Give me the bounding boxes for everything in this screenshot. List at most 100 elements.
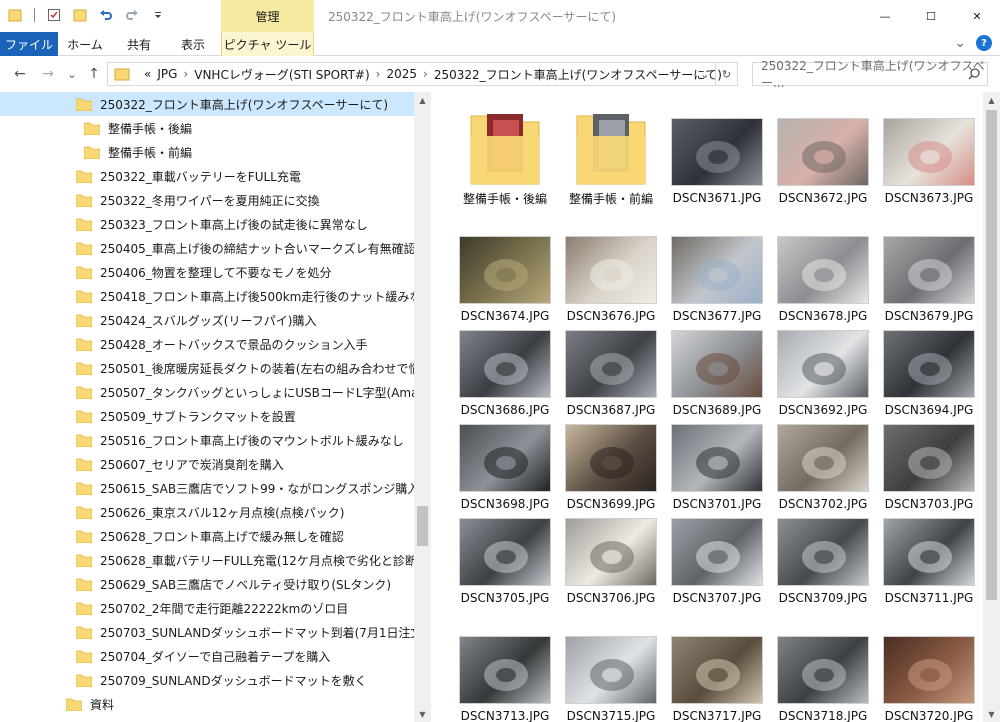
tree-item[interactable]: 250424_スバルグッズ(リーフパイ)購入	[76, 308, 414, 332]
image-tile[interactable]: DSCN3709.JPG	[773, 518, 873, 628]
scroll-down-arrow[interactable]: ▼	[414, 706, 431, 722]
expand-ribbon-icon[interactable]: ⌄	[954, 35, 966, 51]
content-scrollbar[interactable]: ▲ ▼	[983, 92, 1000, 722]
photo-thumbnail	[565, 518, 657, 586]
tree-item[interactable]: 250322_車載バッテリーをFULL充電	[76, 164, 414, 188]
scroll-up-arrow[interactable]: ▲	[414, 92, 431, 108]
tab-file[interactable]: ファイル	[0, 32, 58, 56]
undo-icon[interactable]	[97, 6, 115, 24]
tree-item-label: 250501_後席暖房延長ダクトの装着(左右の組み合わせで悩む)	[100, 361, 430, 376]
customize-qat-icon[interactable]	[149, 6, 167, 24]
tree-item[interactable]: 250628_フロント車高上げで緩み無しを確認	[76, 524, 414, 548]
tab-view[interactable]: 表示	[166, 32, 220, 56]
image-tile[interactable]: DSCN3706.JPG	[561, 518, 661, 628]
tree-item[interactable]: 250509_サブトランクマットを設置	[76, 404, 414, 428]
tree-item[interactable]: 整備手帳・前編	[84, 140, 414, 164]
tree-item[interactable]: 250428_オートバックスで景品のクッション入手	[76, 332, 414, 356]
image-tile[interactable]: DSCN3715.JPG	[561, 636, 661, 722]
file-name-label: 整備手帳・前編	[568, 192, 653, 206]
tree-item[interactable]: 整備手帳・後編	[84, 116, 414, 140]
breadcrumb-item[interactable]: JPG	[157, 67, 177, 81]
photo-thumbnail	[883, 518, 975, 586]
image-tile[interactable]: DSCN3717.JPG	[667, 636, 767, 722]
image-tile[interactable]: DSCN3673.JPG	[879, 118, 979, 228]
folder-icon[interactable]	[6, 6, 24, 24]
tree-item[interactable]: 250322_冬用ワイパーを夏用純正に交換	[76, 188, 414, 212]
tree-item[interactable]: 250704_ダイソーで自己融着テープを購入	[76, 644, 414, 668]
up-button[interactable]: ↑	[84, 64, 104, 84]
file-name-label: DSCN3694.JPG	[884, 403, 974, 417]
folder-tile[interactable]: 整備手帳・前編	[561, 114, 661, 228]
image-tile[interactable]: DSCN3707.JPG	[667, 518, 767, 628]
tree-item-label: 250615_SAB三鷹店でソフト99・ながロングスポンジ購入	[100, 481, 420, 496]
content-scroll-thumb[interactable]	[986, 110, 997, 600]
breadcrumb-item[interactable]: 250322_フロント車高上げ(ワンオフスペーサーにて)	[434, 66, 722, 83]
tree-item[interactable]: 250516_フロント車高上げ後のマウントボルト緩みなし	[76, 428, 414, 452]
back-button[interactable]: ←	[10, 64, 30, 84]
breadcrumb-separator[interactable]: ›	[183, 67, 188, 81]
file-name-label: DSCN3718.JPG	[778, 709, 868, 722]
folder-tile[interactable]: 整備手帳・後編	[455, 114, 555, 228]
maximize-button[interactable]: ☐	[908, 0, 954, 32]
forward-button[interactable]: →	[38, 64, 58, 84]
tree-item[interactable]: 250323_フロント車高上げ後の試走後に異常なし	[76, 212, 414, 236]
redo-icon[interactable]	[123, 6, 141, 24]
close-button[interactable]: ✕	[954, 0, 1000, 32]
image-tile[interactable]: DSCN3713.JPG	[455, 636, 555, 722]
address-dropdown-button[interactable]: ⌄	[697, 65, 713, 83]
folder-icon	[76, 386, 92, 399]
scroll-up-arrow[interactable]: ▲	[983, 92, 1000, 108]
folder-icon	[76, 674, 92, 687]
tree-item[interactable]: 250703_SUNLANDダッシュボードマット到着(7月1日注文)	[76, 620, 427, 644]
photo-thumbnail	[565, 330, 657, 398]
address-bar[interactable]: « JPG › VNHCレヴォーグ(STI SPORT#) › 2025 › 2…	[107, 62, 738, 86]
photo-thumbnail	[777, 236, 869, 304]
nav-scroll-thumb[interactable]	[417, 506, 428, 546]
tree-item[interactable]: 250709_SUNLANDダッシュボードマットを敷く	[76, 668, 414, 692]
tree-item[interactable]: 250626_東京スバル12ヶ月点検(点検パック)	[76, 500, 414, 524]
refresh-button[interactable]: ↻	[715, 63, 737, 85]
image-tile[interactable]: DSCN3672.JPG	[773, 118, 873, 228]
tree-item[interactable]: 250406_物置を整理して不要なモノを処分	[76, 260, 414, 284]
file-view: 整備手帳・後編 整備手帳・前編 DSCN3671.JPG DSCN3672.JPG DS…	[433, 92, 983, 722]
tree-item[interactable]: 資料	[66, 692, 414, 716]
properties-icon[interactable]	[45, 6, 63, 24]
image-tile[interactable]: DSCN3720.JPG	[879, 636, 979, 722]
breadcrumb-item[interactable]: VNHCレヴォーグ(STI SPORT#)	[194, 66, 369, 83]
breadcrumb-separator[interactable]: ›	[423, 67, 428, 81]
tree-item[interactable]: 250702_2年間で走行距離22222kmのゾロ目	[76, 596, 414, 620]
image-tile[interactable]: DSCN3711.JPG	[879, 518, 979, 628]
minimize-button[interactable]: —	[862, 0, 908, 32]
tree-item[interactable]: 250507_タンクバッグといっしょにUSBコードL字型(Amazon)	[76, 380, 430, 404]
file-name-label: DSCN3709.JPG	[778, 591, 868, 605]
breadcrumb-overflow[interactable]: «	[144, 67, 151, 81]
image-tile[interactable]: DSCN3718.JPG	[773, 636, 873, 722]
recent-locations-button[interactable]: ⌄	[62, 64, 82, 84]
file-name-label: DSCN3705.JPG	[460, 591, 550, 605]
tree-item[interactable]: 250628_車載バテリーFULL充電(12ケ月点検で劣化と診断されて)	[76, 548, 430, 572]
tree-item[interactable]: 250629_SAB三鷹店でノベルティ受け取り(SLタンク)	[76, 572, 414, 596]
tree-item[interactable]: 250615_SAB三鷹店でソフト99・ながロングスポンジ購入	[76, 476, 419, 500]
tree-item[interactable]: 250405_車高上げ後の締結ナット合いマークズレ有無確認OK	[76, 236, 430, 260]
tree-item[interactable]: 250501_後席暖房延長ダクトの装着(左右の組み合わせで悩む)	[76, 356, 430, 380]
tree-item[interactable]: 250607_セリアで炭消臭剤を購入	[76, 452, 414, 476]
search-input[interactable]: 250322_フロント車高上げ(ワンオフスペー...	[752, 59, 988, 90]
tree-item-label: 資料	[90, 697, 115, 712]
tab-picture-tools[interactable]: ピクチャ ツール	[221, 32, 314, 56]
breadcrumb-item[interactable]: 2025	[386, 67, 417, 81]
image-tile[interactable]: DSCN3671.JPG	[667, 118, 767, 228]
breadcrumb-separator[interactable]: ›	[376, 67, 381, 81]
folder-icon	[76, 578, 92, 591]
nav-scrollbar[interactable]: ▲ ▼	[414, 92, 431, 722]
new-folder-icon[interactable]	[71, 6, 89, 24]
tab-share[interactable]: 共有	[112, 32, 166, 56]
tree-item-selected[interactable]: 250322_フロント車高上げ(ワンオフスペーサーにて)	[0, 92, 414, 116]
tab-home[interactable]: ホーム	[58, 32, 112, 56]
tree-item[interactable]: 250418_フロント車高上げ後500km走行後のナット緩みなし	[76, 284, 430, 308]
image-tile[interactable]: DSCN3705.JPG	[455, 518, 555, 628]
scroll-down-arrow[interactable]: ▼	[983, 706, 1000, 722]
tree-item-label: 250424_スバルグッズ(リーフパイ)購入	[100, 313, 317, 328]
file-name-label: DSCN3698.JPG	[460, 497, 550, 511]
folder-icon	[76, 314, 92, 327]
help-button[interactable]: ?	[976, 35, 992, 51]
